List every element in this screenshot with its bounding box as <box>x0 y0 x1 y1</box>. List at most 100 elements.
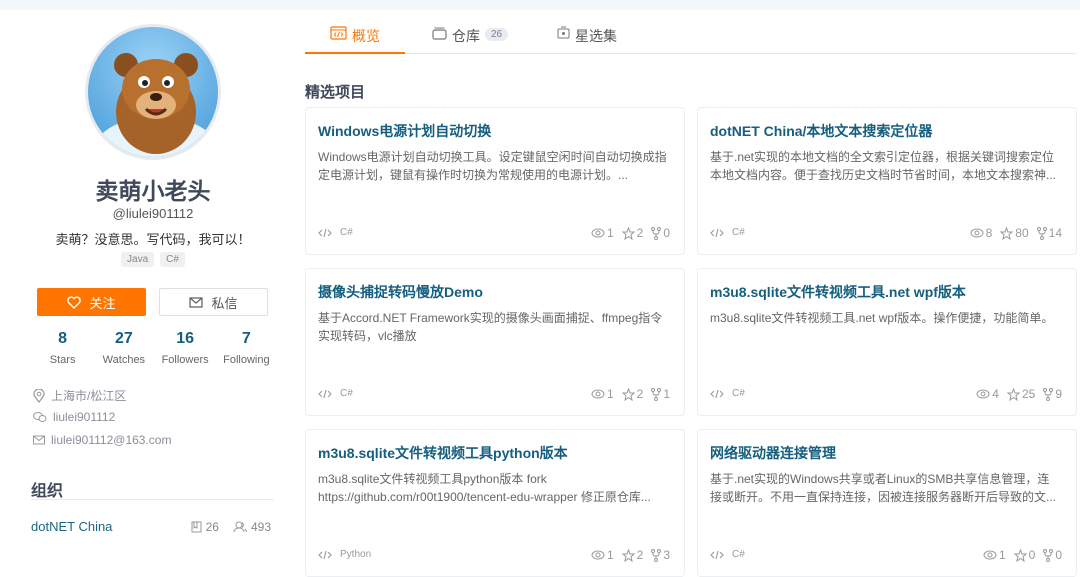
follow-button[interactable]: 关注 <box>37 288 146 316</box>
profile-tabs: 概览 仓库 26 星选集 <box>305 26 1076 54</box>
project-title[interactable]: Windows电源计划自动切换 <box>318 121 491 141</box>
project-counts: 1 2 1 <box>591 387 670 401</box>
org-name[interactable]: dotNET China <box>31 519 177 534</box>
users-icon <box>233 521 247 532</box>
org-member-count: 493 <box>250 519 271 534</box>
star-count[interactable]: 2 <box>621 387 643 401</box>
project-card[interactable]: 摄像头捕捉转码慢放Demo 基于Accord.NET Framework实现的摄… <box>305 268 685 416</box>
eye-icon <box>976 389 990 399</box>
project-language: C# <box>710 227 745 238</box>
stat-value: 27 <box>114 330 133 347</box>
project-title[interactable]: 网络驱动器连接管理 <box>710 443 836 463</box>
fork-count[interactable]: 9 <box>1043 387 1062 401</box>
mail-icon <box>33 435 45 445</box>
watch-count[interactable]: 1 <box>591 548 614 562</box>
tab-label: 星选集 <box>575 28 617 44</box>
watch-count[interactable]: 1 <box>591 387 614 401</box>
fork-icon <box>651 548 662 562</box>
watch-count[interactable]: 8 <box>970 226 992 240</box>
repo-icon <box>432 27 447 40</box>
star-icon <box>621 548 635 562</box>
eye-icon <box>591 550 605 560</box>
project-card[interactable]: m3u8.sqlite文件转视频工具python版本 m3u8.sqlite文件… <box>305 429 685 577</box>
repo-count-badge: 26 <box>485 28 509 41</box>
code-window-icon <box>330 26 347 40</box>
profile-stats: 8 Stars 27 Watches 16 Followers 7 Following <box>32 330 277 366</box>
project-card[interactable]: 网络驱动器连接管理 基于.net实现的Windows共享或者Linux的SMB共… <box>697 429 1077 577</box>
email-text[interactable]: liulei901112@163.com <box>51 433 171 447</box>
project-counts: 8 80 14 <box>970 226 1062 240</box>
location-text: 上海市/松江区 <box>51 389 127 403</box>
skill-tag[interactable]: Java <box>121 252 155 267</box>
project-title[interactable]: dotNET China/本地文本搜索定位器 <box>710 121 932 141</box>
top-band <box>0 0 1080 10</box>
project-counts: 4 25 9 <box>976 387 1062 401</box>
code-icon <box>710 228 724 237</box>
star-count[interactable]: 25 <box>1006 387 1035 401</box>
profile-handle: @liulei901112 <box>112 206 194 221</box>
email-info: liulei901112@163.com <box>33 433 171 447</box>
stat-value: 8 <box>58 330 68 347</box>
tab-label: 仓库 <box>452 28 480 44</box>
project-description: 基于.net实现的Windows共享或者Linux的SMB共享信息管理，连接或断… <box>710 472 1057 504</box>
watch-count[interactable]: 1 <box>591 226 614 240</box>
org-members: 493 <box>233 520 271 534</box>
tab-repos[interactable]: 仓库 26 <box>432 26 509 54</box>
eye-icon <box>970 228 984 238</box>
language-label: C# <box>340 227 353 238</box>
language-label: C# <box>732 388 745 399</box>
message-label: 私信 <box>211 295 238 311</box>
featured-projects-heading: 精选项目 <box>305 84 366 101</box>
project-description: Windows电源计划自动切换工具。设定键鼠空闲时间自动切换成指定电源计划，键鼠… <box>318 150 667 182</box>
project-language: C# <box>318 227 353 238</box>
avatar[interactable] <box>85 24 221 160</box>
star-count[interactable]: 2 <box>621 548 643 562</box>
fork-count[interactable]: 1 <box>651 387 670 401</box>
stat-following[interactable]: 7 Following <box>216 330 277 366</box>
fork-count[interactable]: 0 <box>1043 548 1062 562</box>
star-icon <box>1000 226 1014 240</box>
language-label: Python <box>340 549 372 560</box>
skill-tag[interactable]: C# <box>160 252 185 267</box>
profile-name: 卖萌小老头 <box>95 178 211 204</box>
org-repo-count: 26 <box>205 519 219 534</box>
org-item[interactable]: dotNET China 26 493 <box>31 519 271 534</box>
stat-value: 7 <box>241 330 251 347</box>
project-title[interactable]: m3u8.sqlite文件转视频工具.net wpf版本 <box>710 282 966 302</box>
eye-icon <box>983 550 997 560</box>
project-title[interactable]: m3u8.sqlite文件转视频工具python版本 <box>318 443 568 463</box>
tab-starred[interactable]: 星选集 <box>557 26 617 54</box>
project-description: 基于.net实现的本地文档的全文索引定位器，根据关键词搜索定位本地文档内容。便于… <box>710 150 1057 182</box>
code-icon <box>318 228 332 237</box>
profile-bio: 卖萌？没意思。写代码，我可以！ <box>55 232 251 247</box>
star-count[interactable]: 80 <box>1000 226 1029 240</box>
language-label: C# <box>732 549 745 560</box>
stat-followers[interactable]: 16 Followers <box>155 330 216 366</box>
stat-stars[interactable]: 8 Stars <box>32 330 93 366</box>
project-card[interactable]: dotNET China/本地文本搜索定位器 基于.net实现的本地文档的全文索… <box>697 107 1077 255</box>
orgs-heading: 组织 <box>31 483 64 500</box>
skill-tags: Java C# <box>0 252 306 267</box>
message-button[interactable]: 私信 <box>159 288 268 316</box>
code-icon <box>318 389 332 398</box>
project-card[interactable]: Windows电源计划自动切换 Windows电源计划自动切换工具。设定键鼠空闲… <box>305 107 685 255</box>
watch-count[interactable]: 4 <box>976 387 999 401</box>
project-card[interactable]: m3u8.sqlite文件转视频工具.net wpf版本 m3u8.sqlite… <box>697 268 1077 416</box>
watch-count[interactable]: 1 <box>983 548 1006 562</box>
star-count[interactable]: 2 <box>621 226 643 240</box>
star-count[interactable]: 0 <box>1013 548 1035 562</box>
stat-label: Following <box>223 354 270 366</box>
project-language: Python <box>318 549 371 560</box>
fork-icon <box>1036 226 1047 240</box>
fork-count[interactable]: 0 <box>651 226 670 240</box>
project-counts: 1 0 0 <box>983 548 1062 562</box>
stat-label: Watches <box>102 354 146 366</box>
tab-overview[interactable]: 概览 <box>305 26 405 54</box>
code-icon <box>710 550 724 559</box>
mail-icon <box>189 296 204 308</box>
project-title[interactable]: 摄像头捕捉转码慢放Demo <box>318 282 483 302</box>
code-icon <box>710 389 724 398</box>
stat-watches[interactable]: 27 Watches <box>93 330 154 366</box>
fork-count[interactable]: 3 <box>651 548 670 562</box>
fork-count[interactable]: 14 <box>1036 226 1062 240</box>
